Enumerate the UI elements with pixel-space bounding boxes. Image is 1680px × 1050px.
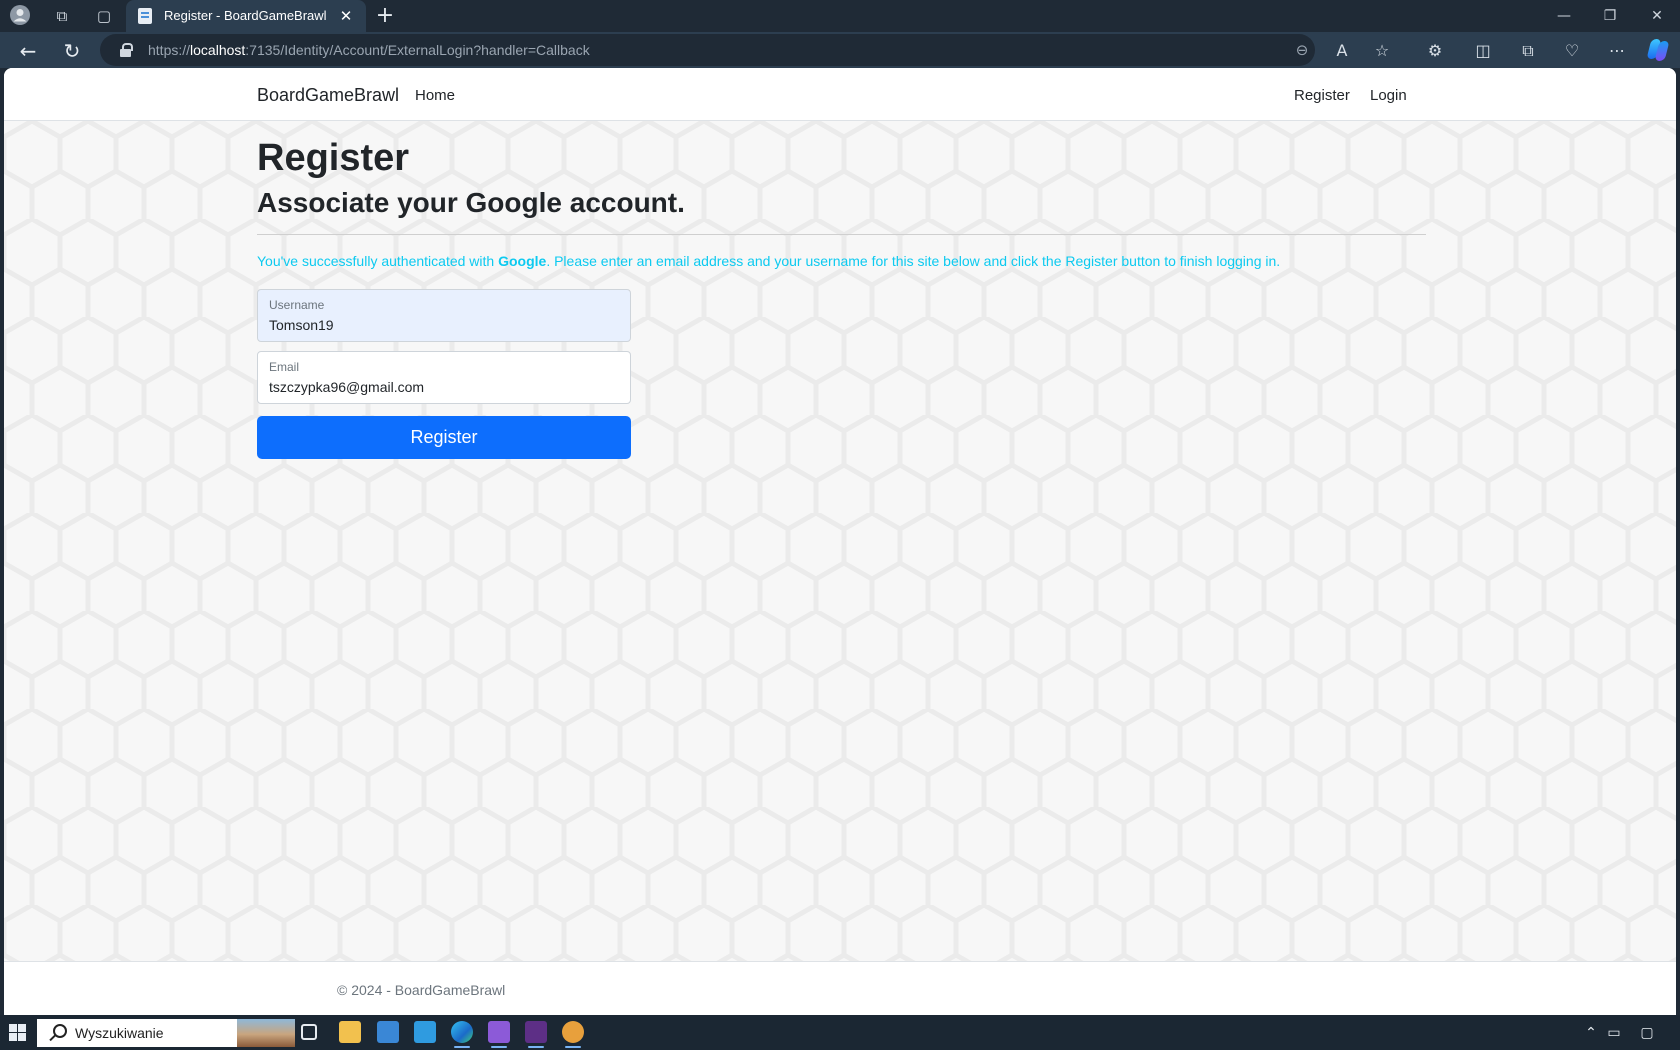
site-navbar: BoardGameBrawl Home Register Login <box>4 68 1676 121</box>
workspaces-icon[interactable]: ⧉ <box>50 4 74 28</box>
network-icon[interactable]: ▭ <box>1604 1023 1624 1043</box>
search-highlight-image <box>237 1019 295 1047</box>
email-input[interactable]: tszczypka96@gmail.com <box>269 379 424 395</box>
divider <box>257 234 1426 235</box>
nav-link-home[interactable]: Home <box>415 87 455 104</box>
extensions-icon[interactable]: ⚙ <box>1422 38 1448 64</box>
restore-window-icon[interactable]: ❐ <box>1587 0 1633 32</box>
reload-icon[interactable]: ↻ <box>58 37 86 65</box>
windows-taskbar: Wyszukiwanie ⌃ ▭ ▢ <box>0 1015 1680 1050</box>
windows-start-icon[interactable] <box>9 1024 26 1041</box>
visual-studio-icon[interactable] <box>488 1021 510 1048</box>
taskbar-search[interactable]: Wyszukiwanie <box>37 1019 295 1047</box>
collections-icon[interactable]: ⧉ <box>1515 38 1541 64</box>
web-page: BoardGameBrawl Home Register Login Regis… <box>4 68 1676 1015</box>
paint-app-icon[interactable] <box>562 1021 584 1048</box>
zoom-out-icon[interactable]: ⊖ <box>1290 38 1314 62</box>
tab-actions-icon[interactable]: ▢ <box>92 4 116 28</box>
url-text[interactable]: https://localhost:7135/Identity/Account/… <box>148 42 590 58</box>
url-field[interactable]: https://localhost:7135/Identity/Account/… <box>100 34 1315 66</box>
email-label: Email <box>269 360 300 374</box>
edge-browser-icon[interactable] <box>451 1021 473 1048</box>
remote-desktop-icon[interactable] <box>414 1021 436 1043</box>
tray-overflow-icon[interactable]: ⌃ <box>1581 1023 1601 1043</box>
username-field[interactable]: Username Tomson19 <box>257 289 631 342</box>
username-label: Username <box>269 298 325 312</box>
copilot-icon[interactable] <box>1647 38 1669 62</box>
csharp-app-icon[interactable] <box>525 1021 547 1048</box>
lock-icon[interactable] <box>120 43 133 57</box>
control-panel-icon[interactable] <box>377 1021 399 1043</box>
footer-copyright: © 2024 - BoardGameBrawl <box>337 982 506 998</box>
browser-tab-bar: ⧉ ▢ Register - BoardGameBrawl ✕ + — ❐ ✕ <box>0 0 1680 32</box>
username-input[interactable]: Tomson19 <box>269 317 334 333</box>
email-field[interactable]: Email tszczypka96@gmail.com <box>257 351 631 404</box>
page-favicon-icon <box>138 8 152 24</box>
browser-tab-active[interactable]: Register - BoardGameBrawl ✕ <box>126 0 366 32</box>
read-aloud-icon[interactable]: A <box>1329 38 1355 64</box>
task-view-icon[interactable] <box>301 1024 317 1040</box>
main-content: Register Associate your Google account. … <box>4 121 1676 961</box>
notifications-icon[interactable]: ▢ <box>1637 1023 1657 1043</box>
nav-link-login[interactable]: Login <box>1370 87 1407 104</box>
provider-name: Google <box>498 253 547 269</box>
back-arrow-icon[interactable]: ← <box>14 37 42 65</box>
register-button[interactable]: Register <box>257 416 631 459</box>
profile-avatar-icon[interactable] <box>8 4 32 28</box>
page-subtitle: Associate your Google account. <box>257 187 685 218</box>
nav-link-register[interactable]: Register <box>1294 87 1350 104</box>
file-explorer-icon[interactable] <box>339 1021 361 1043</box>
close-window-icon[interactable]: ✕ <box>1634 0 1680 32</box>
more-options-icon[interactable]: ⋯ <box>1604 38 1630 64</box>
new-tab-icon[interactable]: + <box>372 3 398 29</box>
minimize-window-icon[interactable]: — <box>1541 0 1587 32</box>
browser-essentials-icon[interactable]: ♡ <box>1559 38 1585 64</box>
favorite-star-icon[interactable]: ☆ <box>1369 38 1395 64</box>
close-tab-icon[interactable]: ✕ <box>334 4 358 28</box>
search-icon <box>47 1023 67 1043</box>
taskbar-search-placeholder: Wyszukiwanie <box>75 1025 164 1041</box>
split-screen-icon[interactable]: ◫ <box>1470 38 1496 64</box>
site-footer: © 2024 - BoardGameBrawl <box>4 961 1676 1015</box>
page-title: Register <box>257 137 410 179</box>
tab-title: Register - BoardGameBrawl <box>164 8 327 23</box>
browser-address-bar: ← ↻ https://localhost:7135/Identity/Acco… <box>0 32 1680 68</box>
info-message: You've successfully authenticated with G… <box>257 253 1281 269</box>
navbar-brand[interactable]: BoardGameBrawl <box>257 85 399 106</box>
